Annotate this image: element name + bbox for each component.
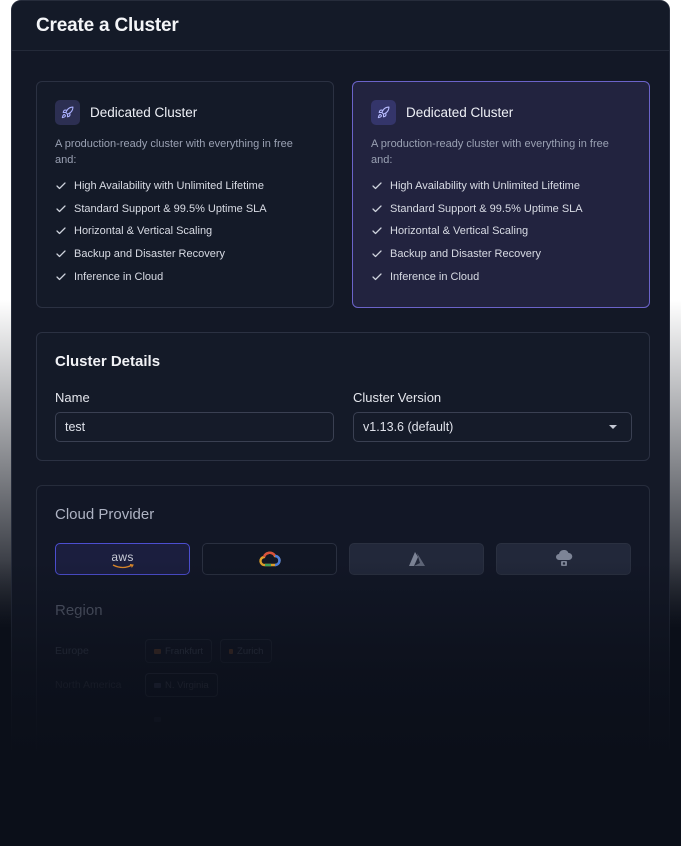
check-icon <box>56 227 66 235</box>
region-option-label: Frankfurt <box>165 645 204 657</box>
region-option-label: N. Virginia <box>165 679 209 691</box>
feature-text: Horizontal & Vertical Scaling <box>74 225 213 238</box>
cluster-version-label: Cluster Version <box>353 390 442 405</box>
azure-logo-icon <box>408 552 425 566</box>
feature-text: Inference in Cloud <box>390 270 480 283</box>
aws-logo-icon: aws <box>111 549 134 569</box>
check-icon <box>372 273 382 280</box>
google-cloud-logo-icon <box>258 551 281 567</box>
region-option-zurich[interactable]: Zurich <box>220 639 273 663</box>
list-item: Inference in Cloud <box>371 265 649 288</box>
chevron-down-icon <box>609 425 617 429</box>
feature-text: High Availability with Unlimited Lifetim… <box>74 180 264 193</box>
cloud-provider-section: Cloud Provider aws Region Europe Frankfu… <box>36 485 650 785</box>
feature-text: High Availability with Unlimited Lifetim… <box>390 180 580 193</box>
list-item: Standard Support & 99.5% Uptime SLA <box>371 198 649 221</box>
feature-text: Standard Support & 99.5% Uptime SLA <box>74 202 267 215</box>
region-row-north-america: North America N. Virginia <box>55 673 226 697</box>
region-row-asia <box>55 707 182 731</box>
feature-list: High Availability with Unlimited Lifetim… <box>371 175 649 288</box>
provider-gcp-button[interactable] <box>202 543 337 575</box>
provider-hybrid-button[interactable] <box>496 543 631 575</box>
region-option-n-virginia[interactable]: N. Virginia <box>145 673 218 697</box>
provider-options: aws <box>55 543 633 575</box>
flag-icon <box>229 648 234 654</box>
cluster-version-select[interactable]: v1.13.6 (default) <box>353 412 632 442</box>
region-row-europe: Europe Frankfurt Zurich <box>55 639 280 663</box>
hybrid-cloud-icon <box>555 550 572 566</box>
name-label: Name <box>55 390 90 405</box>
region-option-frankfurt[interactable]: Frankfurt <box>145 639 213 663</box>
list-item: High Availability with Unlimited Lifetim… <box>371 175 649 198</box>
feature-text: Standard Support & 99.5% Uptime SLA <box>390 202 583 215</box>
list-item: Backup and Disaster Recovery <box>55 243 333 266</box>
rocket-icon <box>371 99 396 125</box>
plan-card-dedicated-selected[interactable]: Dedicated Cluster A production-ready clu… <box>352 81 650 308</box>
plan-description: A production-ready cluster with everythi… <box>55 138 293 166</box>
rocket-icon <box>55 99 80 125</box>
section-title: Cluster Details <box>55 353 161 370</box>
region-title: Region <box>55 602 103 619</box>
list-item: Standard Support & 99.5% Uptime SLA <box>55 198 333 221</box>
region-label: North America <box>55 679 122 691</box>
check-icon <box>56 205 66 213</box>
plan-header: Dedicated Cluster <box>55 99 333 125</box>
region-option-label: Zurich <box>237 645 264 657</box>
name-input[interactable]: test <box>55 412 334 442</box>
feature-text: Backup and Disaster Recovery <box>74 248 226 261</box>
plan-description: A production-ready cluster with everythi… <box>371 138 609 166</box>
flag-icon <box>154 682 161 688</box>
aws-logo-text: aws <box>111 549 134 564</box>
section-title: Cloud Provider <box>55 506 155 523</box>
list-item: High Availability with Unlimited Lifetim… <box>55 175 333 198</box>
cluster-version-value: v1.13.6 (default) <box>363 420 454 434</box>
feature-text: Horizontal & Vertical Scaling <box>390 225 529 238</box>
feature-list: High Availability with Unlimited Lifetim… <box>55 175 333 288</box>
plan-header: Dedicated Cluster <box>371 99 649 125</box>
feature-text: Inference in Cloud <box>74 270 164 283</box>
region-label: Europe <box>55 645 89 657</box>
check-icon <box>56 250 66 258</box>
list-item: Backup and Disaster Recovery <box>371 243 649 266</box>
flag-icon <box>154 716 161 722</box>
check-icon <box>372 205 382 213</box>
create-cluster-dialog: Create a Cluster Dedicated Cluster A pro… <box>11 0 670 846</box>
flag-icon <box>154 648 161 654</box>
plan-options: Dedicated Cluster A production-ready clu… <box>36 81 650 308</box>
region-option[interactable] <box>145 707 174 731</box>
check-icon <box>56 273 66 280</box>
plan-name: Dedicated Cluster <box>406 104 514 120</box>
page-title: Create a Cluster <box>36 15 179 36</box>
provider-azure-button[interactable] <box>349 543 484 575</box>
dialog-header: Create a Cluster <box>12 1 669 51</box>
plan-name: Dedicated Cluster <box>90 104 198 120</box>
cluster-details-section: Cluster Details Name test Cluster Versio… <box>36 332 650 461</box>
feature-text: Backup and Disaster Recovery <box>390 248 542 261</box>
list-item: Horizontal & Vertical Scaling <box>55 220 333 243</box>
check-icon <box>56 182 66 190</box>
plan-card-dedicated[interactable]: Dedicated Cluster A production-ready clu… <box>36 81 334 308</box>
check-icon <box>372 227 382 235</box>
list-item: Inference in Cloud <box>55 265 333 288</box>
provider-aws-button[interactable]: aws <box>55 543 190 575</box>
check-icon <box>372 182 382 190</box>
check-icon <box>372 250 382 258</box>
list-item: Horizontal & Vertical Scaling <box>371 220 649 243</box>
